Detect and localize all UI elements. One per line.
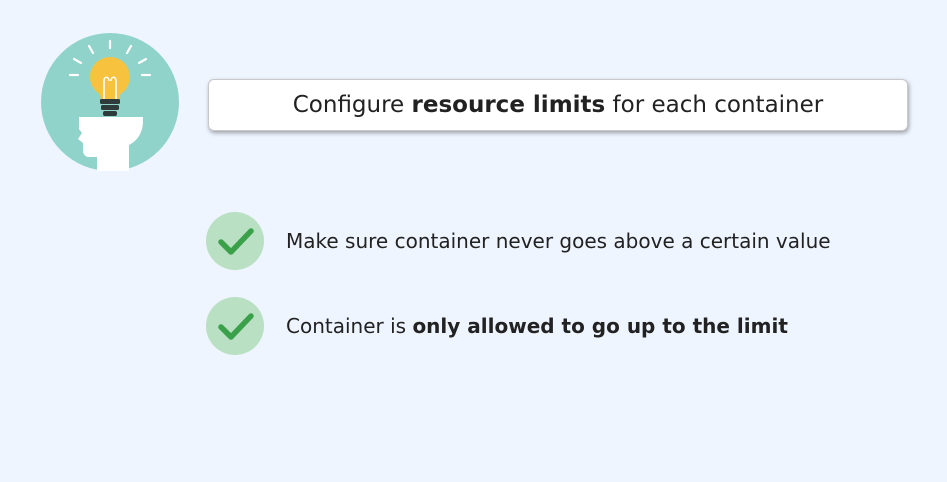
checkmark-icon	[206, 297, 264, 355]
bullet-2-text: Container is	[286, 314, 413, 338]
title-box: Configure resource limits for each conta…	[208, 79, 908, 131]
title-prefix: Configure	[292, 92, 412, 118]
checkmark-icon	[206, 212, 264, 270]
title-bold: resource limits	[411, 92, 606, 118]
bullet-item-1: Make sure container never goes above a c…	[206, 212, 831, 270]
bullet-text-1: Make sure container never goes above a c…	[286, 229, 831, 253]
bullet-text-2: Container is only allowed to go up to th…	[286, 314, 788, 338]
bullet-2-bold: only allowed to go up to the limit	[412, 314, 788, 338]
bullet-item-2: Container is only allowed to go up to th…	[206, 297, 788, 355]
bullet-1-text: Make sure container never goes above a c…	[286, 229, 831, 253]
title-suffix: for each container	[605, 92, 824, 118]
lightbulb-head-icon	[41, 33, 179, 171]
slide: Configure resource limits for each conta…	[0, 0, 947, 482]
